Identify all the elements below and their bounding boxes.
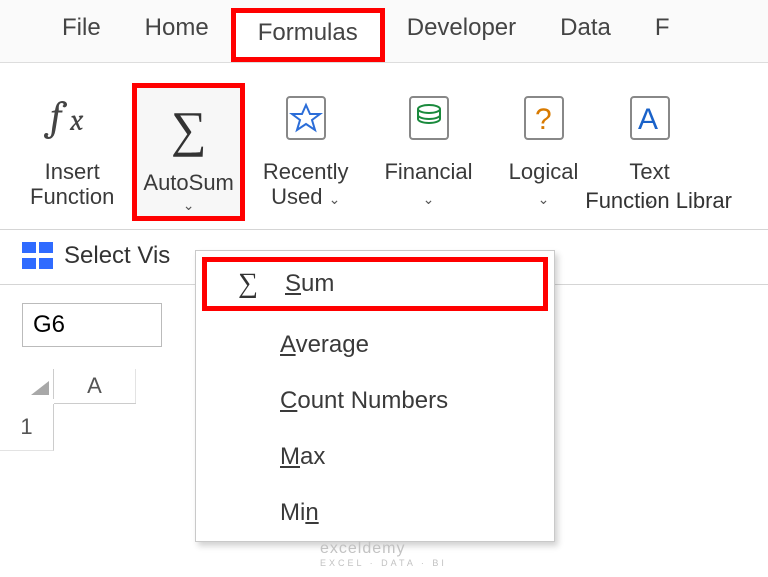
menu-item-count-numbers[interactable]: Count Numbers [196, 373, 554, 429]
insert-function-button[interactable]: fx InsertFunction [12, 83, 132, 221]
row-header-1[interactable]: 1 [0, 404, 54, 451]
financial-icon [394, 83, 464, 153]
autosum-button[interactable]: ∑ AutoSum ⌄ [132, 83, 245, 221]
max-label: Max [280, 443, 325, 471]
menu-item-max[interactable]: Max [196, 429, 554, 485]
svg-text:x: x [69, 103, 84, 138]
sigma-icon: ∑ [154, 94, 224, 164]
sum-label: Sum [285, 270, 334, 298]
recently-used-label: RecentlyUsed ⌄ [263, 159, 349, 210]
ribbon-tabs: File Home Formulas Developer Data F [0, 0, 768, 63]
tab-formulas[interactable]: Formulas [231, 8, 385, 62]
chevron-down-icon: ⌄ [183, 197, 195, 214]
panes-icon [22, 242, 56, 270]
tab-file[interactable]: File [40, 8, 123, 62]
name-box-input[interactable] [22, 303, 162, 347]
svg-text:A: A [638, 103, 658, 136]
watermark: exceldemy EXCEL · DATA · BI [320, 540, 447, 568]
recently-used-button[interactable]: RecentlyUsed ⌄ [245, 83, 367, 221]
autosum-dropdown: ∑ Sum Average Count Numbers Max Min [195, 250, 555, 542]
count-label: Count Numbers [280, 387, 448, 415]
select-visible-button[interactable]: Select Vis [64, 242, 170, 270]
star-icon [271, 83, 341, 153]
average-label: Average [280, 331, 369, 359]
menu-item-sum[interactable]: ∑ Sum [202, 257, 548, 311]
min-label: Min [280, 499, 319, 527]
tab-developer[interactable]: Developer [385, 8, 538, 62]
autosum-label: AutoSum [143, 170, 234, 195]
column-header-a[interactable]: A [54, 369, 136, 403]
logical-label: Logical⌄ [509, 159, 579, 210]
svg-text:f: f [43, 92, 68, 141]
financial-button[interactable]: Financial⌄ [366, 83, 490, 221]
insert-function-label: InsertFunction [30, 159, 114, 210]
select-all-triangle[interactable] [0, 369, 54, 399]
tab-partial-cut[interactable]: F [633, 8, 692, 62]
tab-data[interactable]: Data [538, 8, 633, 62]
svg-text:?: ? [535, 103, 552, 136]
tab-home[interactable]: Home [123, 8, 231, 62]
sigma-icon: ∑ [231, 270, 265, 298]
menu-item-min[interactable]: Min [196, 485, 554, 541]
financial-label: Financial⌄ [384, 159, 472, 210]
menu-item-average[interactable]: Average [196, 317, 554, 373]
text-icon: A [615, 83, 685, 153]
question-icon: ? [509, 83, 579, 153]
function-library-label: Function Librar [585, 188, 732, 214]
logical-button[interactable]: ? Logical⌄ [491, 83, 597, 221]
fx-icon: fx [37, 83, 107, 153]
